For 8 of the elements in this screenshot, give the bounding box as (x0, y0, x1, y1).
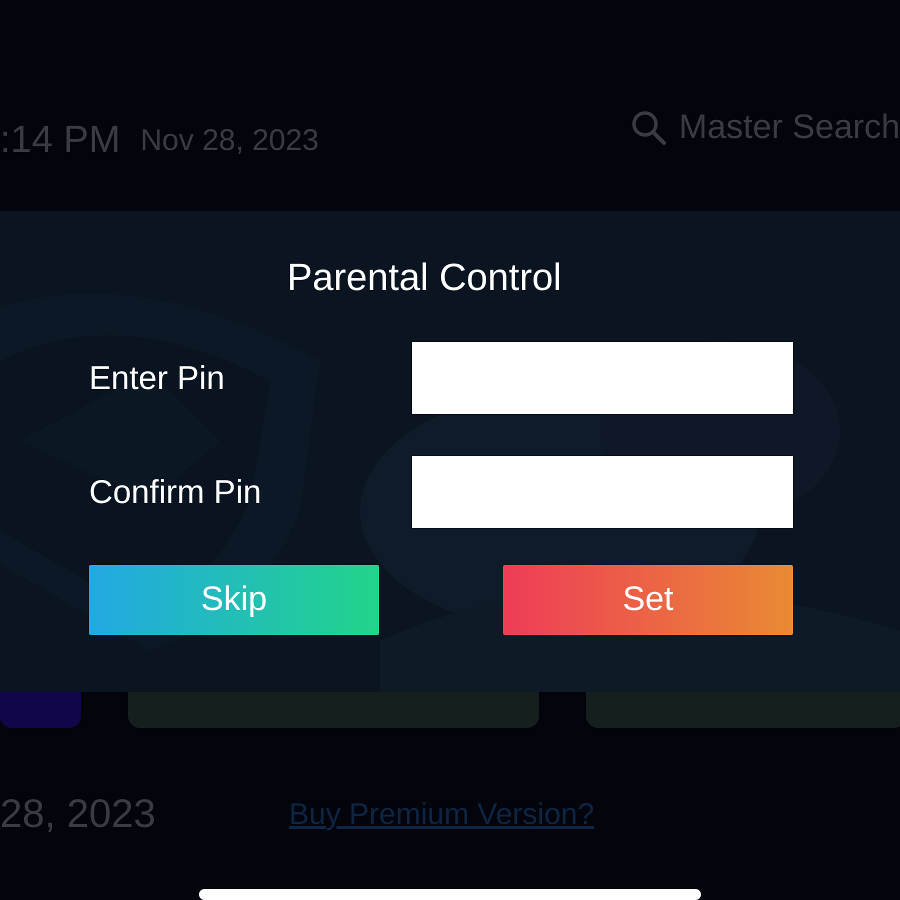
skip-button[interactable]: Skip (89, 564, 379, 635)
pin-field[interactable] (412, 456, 793, 528)
search-icon (630, 110, 667, 146)
dialog-title: Parental Control (287, 256, 562, 301)
set-button[interactable]: Set (503, 564, 793, 635)
pin-field[interactable] (412, 342, 793, 414)
field-label: Confirm Pin (89, 472, 262, 511)
field-label: Enter Pin (89, 358, 225, 397)
